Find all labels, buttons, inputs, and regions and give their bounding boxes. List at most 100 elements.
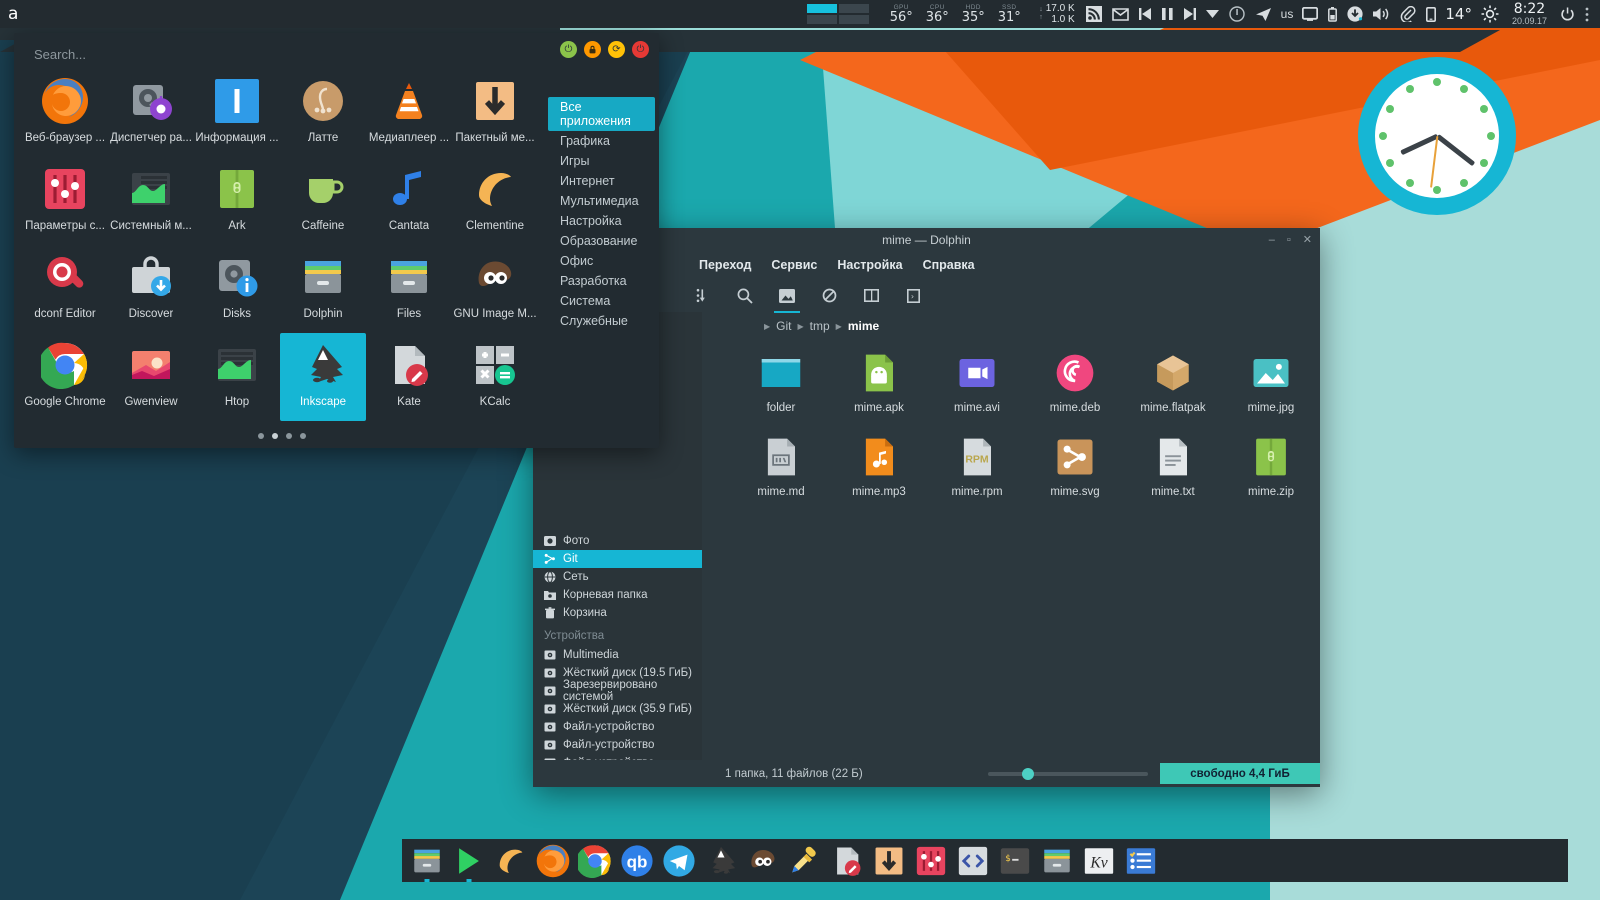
app-item-partition-manager[interactable]: Диспетчер ра...	[108, 69, 194, 157]
media-pause-icon[interactable]	[1157, 0, 1178, 28]
file-item[interactable]: mime.apk	[830, 348, 928, 432]
cpu-usage-graph[interactable]	[799, 4, 877, 24]
file-item[interactable]: mime.zip	[1222, 432, 1320, 516]
dock-item-package-manager[interactable]	[872, 844, 906, 878]
panel-clock[interactable]: 8:22 20.09.17	[1504, 2, 1555, 26]
sun-icon[interactable]	[1476, 0, 1504, 28]
device-item[interactable]: Зарезервировано системой	[533, 679, 702, 703]
category-item[interactable]: Разработка	[548, 271, 655, 291]
app-item-htop[interactable]: Htop	[194, 333, 280, 421]
app-item-dconf-editor[interactable]: dconf Editor	[22, 245, 108, 333]
category-item[interactable]: Офис	[548, 251, 655, 271]
network-monitor[interactable]: ↓ ↑ 17.0 K 1.0 K	[1033, 3, 1080, 25]
app-item-chrome[interactable]: Google Chrome	[22, 333, 108, 421]
device-item[interactable]: Файл-устройство	[533, 718, 702, 736]
close-button[interactable]: ✕	[1303, 233, 1312, 246]
file-item[interactable]: mime.txt	[1124, 432, 1222, 516]
page-dot[interactable]	[257, 433, 264, 439]
app-item-disks[interactable]: Disks	[194, 245, 280, 333]
keyboard-layout-indicator[interactable]: us	[1277, 0, 1298, 28]
breadcrumb-item[interactable]: mime	[848, 319, 879, 333]
place-item[interactable]: Корневая папка	[533, 586, 702, 604]
lock-button[interactable]	[584, 41, 601, 58]
dock-item-terminal[interactable]: $	[998, 844, 1032, 878]
page-dot[interactable]	[271, 433, 278, 439]
menu-0[interactable]: Переход	[699, 258, 751, 272]
app-item-package-manager[interactable]: Пакетный ме...	[452, 69, 538, 157]
page-dot[interactable]	[299, 433, 306, 439]
file-item[interactable]: folder	[732, 348, 830, 432]
app-item-kcalc[interactable]: KCalc	[452, 333, 538, 421]
category-item[interactable]: Служебные	[548, 311, 655, 331]
category-item[interactable]: Интернет	[548, 171, 655, 191]
dock-item-code-editor[interactable]	[956, 844, 990, 878]
dock-item-kate[interactable]	[830, 844, 864, 878]
app-item-latte-dock[interactable]: Латте	[280, 69, 366, 157]
file-item[interactable]: mime.jpg	[1222, 348, 1320, 432]
dock-item-chrome[interactable]	[576, 844, 612, 878]
power-icon[interactable]	[1555, 0, 1580, 28]
kebab-menu-icon[interactable]	[1580, 0, 1594, 28]
app-item-gimp[interactable]: GNU Image M...	[452, 245, 538, 333]
display-icon[interactable]	[1297, 0, 1323, 28]
category-item[interactable]: Образование	[548, 231, 655, 251]
dock-item-todo-list[interactable]	[1124, 844, 1158, 878]
app-item-ark[interactable]: Ark	[194, 157, 280, 245]
minimize-button[interactable]: ‒	[1269, 234, 1275, 246]
rss-icon[interactable]	[1081, 0, 1107, 28]
device-item[interactable]: Файл-устройство	[533, 736, 702, 754]
zoom-slider-knob[interactable]	[1022, 768, 1034, 780]
breadcrumb-item[interactable]: Git	[776, 319, 791, 333]
launcher-page-indicator[interactable]	[0, 433, 659, 448]
dock-item-inkscape[interactable]	[704, 844, 738, 878]
dock-item-firefox[interactable]	[536, 844, 570, 878]
app-item-vlc[interactable]: Медиаплеер ...	[366, 69, 452, 157]
app-item-kate[interactable]: Kate	[366, 333, 452, 421]
file-item[interactable]: mime.flatpak	[1124, 348, 1222, 432]
app-item-cantata[interactable]: Cantata	[366, 157, 452, 245]
media-previous-icon[interactable]	[1134, 0, 1157, 28]
split-view-icon[interactable]	[861, 286, 881, 306]
file-item[interactable]: mime.deb	[1026, 348, 1124, 432]
place-item[interactable]: Сеть	[533, 568, 702, 586]
file-item[interactable]: mime.md	[732, 432, 830, 516]
location-arrow-icon[interactable]	[1250, 0, 1277, 28]
menu-3[interactable]: Справка	[923, 258, 975, 272]
app-item-dolphin[interactable]: Dolphin	[280, 245, 366, 333]
category-item[interactable]: Графика	[548, 131, 655, 151]
logout-button[interactable]: ⏻	[560, 41, 577, 58]
battery-icon[interactable]	[1323, 0, 1342, 28]
zoom-slider[interactable]	[988, 768, 1148, 780]
category-item[interactable]: Система	[548, 291, 655, 311]
terminal-panel-icon[interactable]: ›	[903, 286, 923, 306]
page-dot[interactable]	[285, 433, 292, 439]
category-item[interactable]: Игры	[548, 151, 655, 171]
dock-item-files[interactable]	[1040, 844, 1074, 878]
phone-icon[interactable]	[1421, 0, 1441, 28]
dock-item-clementine[interactable]	[494, 844, 528, 878]
app-item-inkscape[interactable]: Inkscape	[280, 333, 366, 421]
app-launcher-logo-icon[interactable]: a	[8, 5, 18, 23]
sort-icon[interactable]	[693, 286, 713, 306]
dock-item-kvantum[interactable]: Kv	[1082, 844, 1116, 878]
view-icons-icon[interactable]	[774, 286, 800, 313]
dock-item-gimp[interactable]	[746, 844, 780, 878]
menu-2[interactable]: Настройка	[837, 258, 902, 272]
device-item[interactable]: Жёсткий диск (35.9 ГиБ)	[533, 700, 702, 718]
dock-item-system-settings[interactable]	[914, 844, 948, 878]
restart-button[interactable]: ⟳	[608, 41, 625, 58]
maximize-button[interactable]: ▫	[1287, 234, 1291, 246]
place-item[interactable]: Фото	[533, 532, 702, 550]
download-circle-icon[interactable]	[1342, 0, 1368, 28]
dock-item-qbittorrent[interactable]: qb	[620, 844, 654, 878]
app-item-files[interactable]: Files	[366, 245, 452, 333]
hidden-files-icon[interactable]	[819, 286, 839, 306]
media-next-icon[interactable]	[1178, 0, 1201, 28]
app-item-discover[interactable]: Discover	[108, 245, 194, 333]
chevron-down-icon[interactable]	[1201, 0, 1224, 28]
app-item-system-settings[interactable]: Параметры с...	[22, 157, 108, 245]
category-item[interactable]: Мультимедиа	[548, 191, 655, 211]
app-item-clementine[interactable]: Clementine	[452, 157, 538, 245]
place-item[interactable]: Git	[533, 550, 702, 568]
file-item[interactable]: mime.svg	[1026, 432, 1124, 516]
